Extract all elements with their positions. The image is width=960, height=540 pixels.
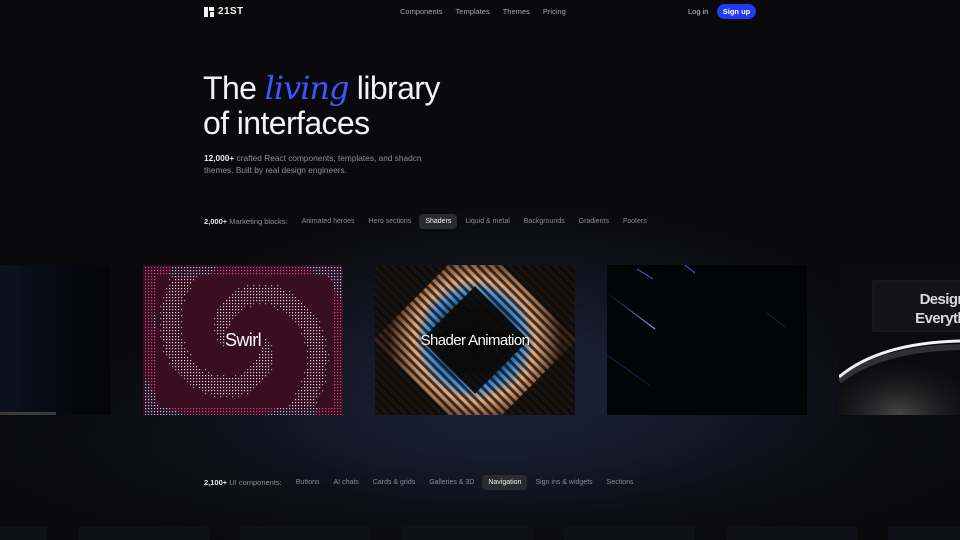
logo-icon xyxy=(204,6,214,17)
marketing-count: 2,000+ Marketing blocks: xyxy=(204,217,288,226)
hero-sub-count: 12,000+ xyxy=(204,153,235,163)
preview-card-streaks[interactable] xyxy=(607,265,807,415)
hero-title-line2: of interfaces xyxy=(203,105,370,141)
chip-backgrounds[interactable]: Backgrounds xyxy=(518,214,571,229)
ui-card-partial-5[interactable] xyxy=(564,526,695,540)
ui-card-partial-1[interactable] xyxy=(0,526,47,540)
chip-footers[interactable]: Footers xyxy=(617,214,653,229)
hero-title: The living library of interfaces xyxy=(203,71,440,141)
chip-sections[interactable]: Sections xyxy=(601,475,640,490)
marketing-count-number: 2,000+ xyxy=(204,216,228,226)
hero-subtitle: 12,000+ crafted React components, templa… xyxy=(204,152,434,176)
preview-card-partial-left[interactable] xyxy=(0,265,111,415)
preview-card-swirl[interactable]: Swirl xyxy=(143,265,343,415)
ui-count: 2,100+ UI components: xyxy=(204,478,282,487)
brand-name: 21ST xyxy=(218,6,244,17)
preview-card-shader-animation[interactable]: Shader Animation xyxy=(375,265,575,415)
ui-count-number: 2,100+ xyxy=(204,477,228,487)
chip-liquid-metal[interactable]: Liquid & metal xyxy=(459,214,515,229)
hero-title-part1: The xyxy=(203,70,265,106)
ui-card-partial-2[interactable] xyxy=(79,526,210,540)
card-scroll-indicator xyxy=(0,412,56,415)
nav-link-templates[interactable]: Templates xyxy=(456,7,490,16)
hero-sub-text: crafted React components, templates, and… xyxy=(204,153,422,175)
card-title-swirl: Swirl xyxy=(225,329,262,350)
ui-filter-row: 2,100+ UI components: Buttons AI chats C… xyxy=(204,474,642,490)
card-title-design-everything: Design Everyth xyxy=(915,291,960,327)
light-streaks xyxy=(607,265,786,386)
brand-logo[interactable]: 21ST xyxy=(204,6,244,17)
chip-ai-chats[interactable]: AI chats xyxy=(328,475,365,490)
ui-card-partial-6[interactable] xyxy=(726,526,857,540)
marketing-count-label: Marketing blocks: xyxy=(227,216,288,226)
hero-title-part2: library xyxy=(348,70,441,106)
chip-galleries-3d[interactable]: Galleries & 3D xyxy=(423,475,480,490)
chip-buttons[interactable]: Buttons xyxy=(290,475,326,490)
card-title-shader-animation: Shader Animation xyxy=(420,331,530,349)
chip-gradients[interactable]: Gradients xyxy=(573,214,615,229)
ui-card-partial-4[interactable] xyxy=(402,526,533,540)
login-link[interactable]: Log in xyxy=(688,7,708,16)
nav-links: Components Templates Themes Pricing xyxy=(400,7,579,16)
chip-sign-ins-widgets[interactable]: Sign ins & widgets xyxy=(529,475,598,490)
top-nav: 21ST Components Templates Themes Pricing… xyxy=(0,0,960,24)
marketing-filter-row: 2,000+ Marketing blocks: Animated heroes… xyxy=(204,213,655,229)
hero-title-accent: living xyxy=(264,69,350,107)
chip-animated-heroes[interactable]: Animated heroes xyxy=(296,214,361,229)
nav-link-components[interactable]: Components xyxy=(400,7,443,16)
preview-card-design-everything[interactable]: Design Everyth xyxy=(839,265,960,415)
signup-button[interactable]: Sign up xyxy=(717,4,756,19)
ui-card-partial-7[interactable] xyxy=(888,526,960,540)
chip-cards-grids[interactable]: Cards & grids xyxy=(367,475,421,490)
chip-hero-sections[interactable]: Hero sections xyxy=(363,214,418,229)
ui-count-label: UI components: xyxy=(227,477,282,487)
nav-link-pricing[interactable]: Pricing xyxy=(543,7,566,16)
chip-shaders[interactable]: Shaders xyxy=(419,213,458,229)
chip-navigation[interactable]: Navigation xyxy=(482,474,528,490)
ui-card-partial-3[interactable] xyxy=(240,526,371,540)
nav-link-themes[interactable]: Themes xyxy=(503,7,530,16)
